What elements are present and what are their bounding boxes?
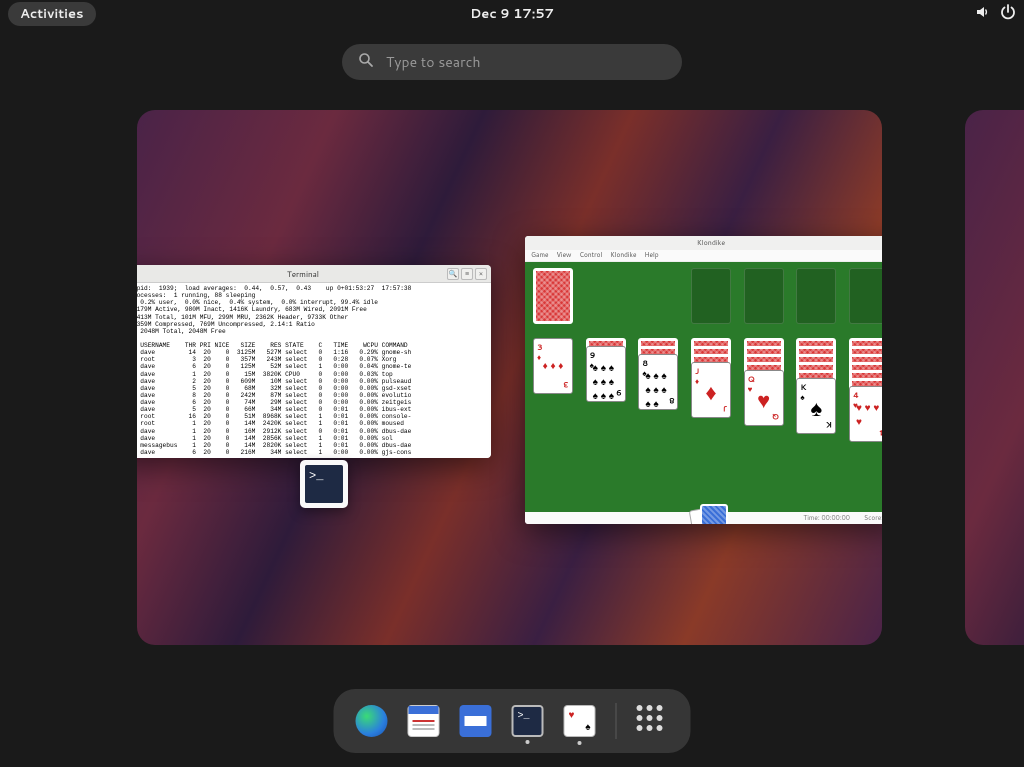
- time-label: Time:: [803, 514, 819, 523]
- terminal-output: last pid: 1939; load averages: 0.44, 0.5…: [137, 283, 491, 458]
- dash: [334, 689, 691, 753]
- clock[interactable]: Dec 9 17:57: [470, 5, 554, 23]
- solitaire-title: Klondike: [697, 238, 725, 248]
- app-terminal[interactable]: [512, 705, 544, 737]
- search-icon: [358, 51, 374, 74]
- workspace-thumbnail-2[interactable]: [965, 110, 1024, 645]
- volume-icon[interactable]: [974, 4, 990, 25]
- app-text-editor[interactable]: [460, 705, 492, 737]
- power-icon[interactable]: [1000, 4, 1016, 25]
- card-8♠[interactable]: 8♠♠ ♠ ♠ ♠ ♠ ♠ ♠ ♠8: [638, 354, 678, 410]
- terminal-title: Terminal: [287, 268, 319, 280]
- hamburger-icon[interactable]: ≡: [461, 268, 473, 280]
- card-back-icon: [700, 504, 728, 524]
- card-K♠[interactable]: K♠♠K: [796, 378, 836, 434]
- foundation-slot[interactable]: [691, 268, 731, 324]
- app-solitaire[interactable]: [564, 705, 596, 737]
- score-label: Score:: [864, 514, 882, 523]
- menu-game[interactable]: Game: [531, 251, 548, 260]
- menu-view[interactable]: View: [556, 251, 571, 260]
- time-value: 00:00:00: [822, 514, 850, 523]
- running-indicator: [526, 740, 530, 744]
- workspace-thumbnail-1[interactable]: ▦ Terminal 🔍 ≡ × last pid: 1939; load av…: [137, 110, 882, 645]
- window-preview-solitaire[interactable]: Klondike × Game View Control Klondike Help 3…: [525, 236, 882, 524]
- foundation-slot[interactable]: [849, 268, 882, 324]
- search-icon[interactable]: 🔍: [447, 268, 459, 280]
- card-9♠[interactable]: 9♠♠ ♠ ♠ ♠ ♠ ♠ ♠ ♠ ♠9: [586, 346, 626, 402]
- window-preview-icon-terminal: >_: [300, 460, 348, 508]
- activities-button[interactable]: Activities: [8, 2, 96, 26]
- running-indicator: [578, 741, 582, 745]
- system-tray[interactable]: [974, 4, 1016, 25]
- foundation-slot[interactable]: [744, 268, 784, 324]
- search-input[interactable]: [386, 52, 666, 72]
- dash-separator: [616, 703, 617, 739]
- show-applications-button[interactable]: [637, 705, 669, 737]
- overview-search[interactable]: [342, 44, 682, 80]
- solitaire-titlebar: Klondike ×: [525, 236, 882, 250]
- solitaire-menubar[interactable]: Game View Control Klondike Help: [525, 250, 882, 262]
- stock-pile[interactable]: [533, 268, 573, 324]
- solitaire-felt[interactable]: 3♦♦ ♦ ♦3 9♠♠ ♠ ♠ ♠ ♠ ♠ ♠ ♠ ♠9 8♠♠ ♠ ♠ ♠ ♠ …: [525, 262, 882, 512]
- close-icon[interactable]: ×: [475, 268, 487, 280]
- window-preview-icon-solitaire: [692, 504, 730, 524]
- app-web-browser[interactable]: [356, 705, 388, 737]
- card-J♦[interactable]: J♦♦J: [691, 362, 731, 418]
- terminal-prompt-icon: >_: [305, 465, 343, 503]
- card-3♦[interactable]: 3♦♦ ♦ ♦3: [533, 338, 573, 394]
- card-Q♥[interactable]: Q♥♥Q: [744, 370, 784, 426]
- card-4♥[interactable]: 4♥♥ ♥ ♥ ♥4: [849, 386, 882, 442]
- menu-help[interactable]: Help: [644, 251, 658, 260]
- terminal-titlebar: ▦ Terminal 🔍 ≡ ×: [137, 265, 491, 283]
- top-panel: Activities Dec 9 17:57: [0, 0, 1024, 28]
- app-calendar[interactable]: [408, 705, 440, 737]
- foundation-slot[interactable]: [796, 268, 836, 324]
- window-preview-terminal[interactable]: ▦ Terminal 🔍 ≡ × last pid: 1939; load av…: [137, 265, 491, 458]
- menu-control[interactable]: Control: [579, 251, 602, 260]
- menu-klondike[interactable]: Klondike: [610, 251, 636, 260]
